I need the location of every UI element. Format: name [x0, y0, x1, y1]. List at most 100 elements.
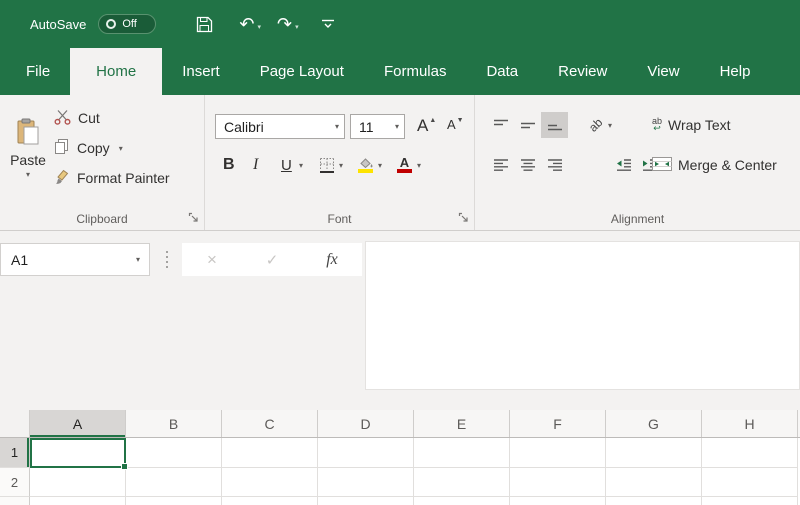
tab-review[interactable]: Review: [538, 48, 627, 95]
tab-data[interactable]: Data: [466, 48, 538, 95]
select-all-corner[interactable]: [0, 410, 30, 437]
tab-view[interactable]: View: [627, 48, 699, 95]
clipboard-dialog-launcher-icon[interactable]: [188, 212, 199, 223]
redo-icon[interactable]: ↷: [277, 15, 292, 33]
column-header-g[interactable]: G: [606, 410, 702, 437]
formula-input[interactable]: [365, 241, 800, 390]
paste-clipboard-icon: [17, 118, 40, 150]
copy-dropdown-icon: ▾: [118, 143, 123, 153]
font-dialog-launcher-icon[interactable]: [458, 212, 469, 223]
insert-function-icon[interactable]: fx: [302, 251, 362, 269]
cell[interactable]: [606, 497, 702, 505]
fill-color-button[interactable]: [357, 152, 374, 178]
cell[interactable]: [318, 468, 414, 497]
cell-a1-selected[interactable]: [30, 438, 128, 470]
fill-color-dropdown-icon[interactable]: ▾: [378, 152, 382, 178]
tab-file[interactable]: File: [6, 48, 70, 95]
cell[interactable]: [126, 438, 222, 468]
underline-dropdown-icon[interactable]: ▾: [299, 152, 303, 178]
excel-window: AutoSave Off ↶ ▾ ↷ ▾ File Home Insert Pa…: [0, 0, 800, 505]
cell[interactable]: [222, 438, 318, 468]
font-size-dropdown-icon[interactable]: ▾: [390, 122, 404, 131]
cell[interactable]: [414, 497, 510, 505]
font-size-value: 11: [359, 118, 374, 135]
cell[interactable]: [510, 438, 606, 468]
column-header-e[interactable]: E: [414, 410, 510, 437]
bold-button[interactable]: B: [223, 152, 235, 178]
font-group-label: Font: [327, 212, 352, 226]
cell[interactable]: [126, 468, 222, 497]
row-header-2[interactable]: 2: [0, 468, 30, 497]
name-box[interactable]: A1 ▾: [0, 243, 150, 276]
enter-icon[interactable]: ✓: [242, 251, 302, 269]
orientation-button[interactable]: ab: [583, 112, 609, 138]
font-name-combobox[interactable]: Calibri ▾: [215, 114, 345, 139]
underline-button[interactable]: U: [281, 152, 292, 178]
align-center-button[interactable]: [514, 152, 541, 178]
customize-qat-icon[interactable]: [321, 19, 335, 30]
italic-button[interactable]: I: [253, 152, 258, 178]
autosave-toggle[interactable]: Off: [98, 14, 157, 34]
tab-insert[interactable]: Insert: [162, 48, 240, 95]
cell[interactable]: [414, 438, 510, 468]
row-header-1[interactable]: 1: [0, 438, 30, 468]
tab-page-layout[interactable]: Page Layout: [240, 48, 364, 95]
tab-help[interactable]: Help: [700, 48, 771, 95]
tab-home[interactable]: Home: [70, 48, 163, 95]
cut-button[interactable]: Cut: [54, 106, 100, 130]
undo-dropdown-icon[interactable]: ▾: [257, 23, 261, 31]
cancel-icon[interactable]: ×: [182, 250, 242, 270]
cell[interactable]: [222, 468, 318, 497]
column-header-f[interactable]: F: [510, 410, 606, 437]
cell[interactable]: [702, 497, 798, 505]
font-name-dropdown-icon[interactable]: ▾: [330, 122, 344, 131]
column-header-d[interactable]: D: [318, 410, 414, 437]
cell[interactable]: [510, 468, 606, 497]
redo-dropdown-icon[interactable]: ▾: [295, 23, 299, 31]
align-bottom-button[interactable]: [541, 112, 568, 138]
decrease-indent-button[interactable]: [610, 152, 637, 178]
align-left-button[interactable]: [487, 152, 514, 178]
cell[interactable]: [606, 438, 702, 468]
undo-icon[interactable]: ↶: [239, 15, 254, 33]
name-box-dropdown-icon[interactable]: ▾: [127, 255, 149, 264]
cell[interactable]: [702, 438, 798, 468]
cell[interactable]: [318, 438, 414, 468]
merge-center-button[interactable]: Merge & Center: [652, 152, 777, 178]
column-header-c[interactable]: C: [222, 410, 318, 437]
column-header-h[interactable]: H: [702, 410, 798, 437]
fill-handle[interactable]: [121, 463, 128, 470]
cell[interactable]: [30, 497, 126, 505]
align-middle-button[interactable]: [514, 112, 541, 138]
align-top-button[interactable]: [487, 112, 514, 138]
cell[interactable]: [414, 468, 510, 497]
align-right-button[interactable]: [541, 152, 568, 178]
font-size-combobox[interactable]: 11 ▾: [350, 114, 405, 139]
column-header-b[interactable]: B: [126, 410, 222, 437]
cell[interactable]: [702, 468, 798, 497]
borders-dropdown-icon[interactable]: ▾: [339, 152, 343, 178]
font-group: Calibri ▾ 11 ▾ A ▲ A ▼ B I U ▾ ▾ ▾ A ▾ F…: [205, 95, 475, 230]
cell[interactable]: [222, 497, 318, 505]
font-name-value: Calibri: [224, 118, 264, 135]
cell[interactable]: [30, 468, 126, 497]
format-painter-button[interactable]: Format Painter: [54, 166, 170, 190]
tab-formulas[interactable]: Formulas: [364, 48, 467, 95]
font-color-dropdown-icon[interactable]: ▾: [417, 152, 421, 178]
orientation-dropdown-icon[interactable]: ▾: [608, 112, 612, 138]
save-icon[interactable]: [196, 16, 213, 33]
column-header-a[interactable]: A: [30, 410, 126, 437]
cell[interactable]: [126, 497, 222, 505]
font-color-button[interactable]: A: [397, 152, 412, 178]
increase-font-size-button[interactable]: A ▲: [417, 114, 436, 139]
decrease-font-size-button[interactable]: A ▼: [447, 114, 464, 139]
cell[interactable]: [606, 468, 702, 497]
row-header-3[interactable]: [0, 497, 30, 505]
cell[interactable]: [318, 497, 414, 505]
copy-button[interactable]: Copy ▾: [54, 136, 123, 160]
cut-label: Cut: [78, 110, 100, 126]
borders-button[interactable]: [319, 152, 335, 178]
wrap-text-button[interactable]: ab ↩ Wrap Text: [652, 112, 731, 138]
cell[interactable]: [510, 497, 606, 505]
paste-button[interactable]: Paste ▾: [5, 101, 51, 195]
